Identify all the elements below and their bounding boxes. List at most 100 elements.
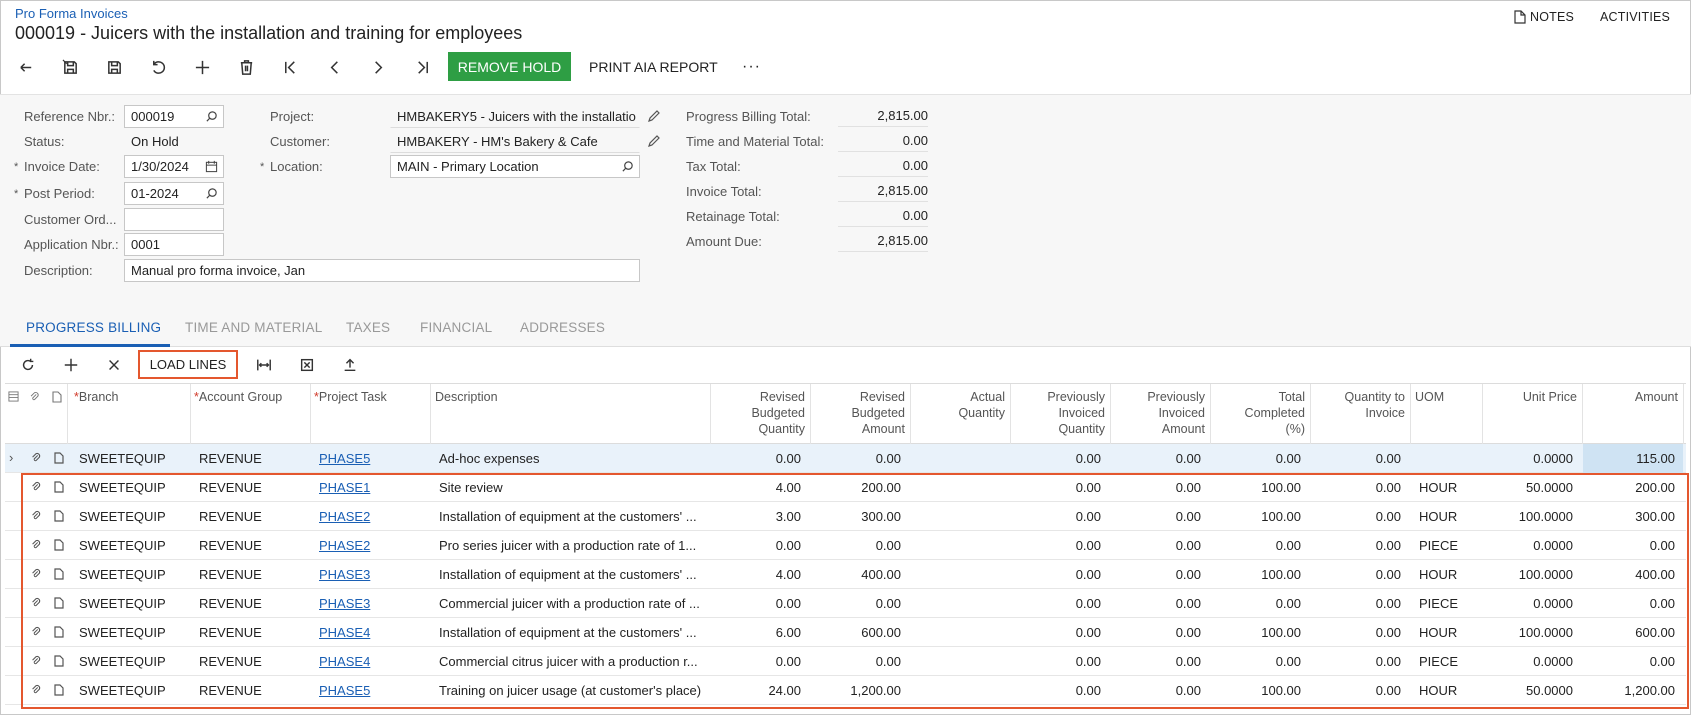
last-record-button[interactable]	[406, 53, 438, 81]
note-icon[interactable]	[53, 481, 65, 493]
cell-project-task[interactable]: PHASE5	[319, 451, 429, 466]
note-icon[interactable]	[53, 452, 65, 464]
notes-button[interactable]: NOTES	[1514, 10, 1574, 24]
table-row[interactable]: SWEETEQUIP REVENUE PHASE2 Installation of e…	[5, 502, 1686, 531]
col-previously-invoiced-quantity[interactable]: Previously Invoiced Quantity	[1010, 389, 1105, 437]
invoice-date-field[interactable]: 1/30/2024	[124, 155, 224, 178]
save-close-button[interactable]	[54, 53, 86, 81]
table-row[interactable]: SWEETEQUIP REVENUE PHASE3 Commercial juicer…	[5, 589, 1686, 618]
delete-row-button[interactable]	[98, 352, 130, 378]
tab-addresses[interactable]: ADDRESSES	[520, 320, 605, 335]
print-aia-report-button[interactable]: PRINT AIA REPORT	[589, 52, 718, 81]
project-task-link[interactable]: PHASE1	[319, 480, 370, 495]
col-branch[interactable]: *Branch	[74, 389, 118, 405]
col-uom[interactable]: UOM	[1415, 389, 1444, 405]
search-icon[interactable]	[621, 160, 634, 173]
prev-record-button[interactable]	[318, 53, 350, 81]
attachment-icon[interactable]	[30, 626, 42, 638]
customer-order-field[interactable]	[124, 208, 224, 231]
note-icon[interactable]	[53, 597, 65, 609]
export-excel-button[interactable]	[291, 352, 323, 378]
note-icon[interactable]	[53, 539, 65, 551]
attachment-icon[interactable]	[30, 655, 42, 667]
search-icon[interactable]	[205, 110, 218, 123]
cell-project-task[interactable]: PHASE3	[319, 596, 429, 611]
project-task-link[interactable]: PHASE3	[319, 596, 370, 611]
breadcrumb[interactable]: Pro Forma Invoices	[15, 6, 128, 21]
first-record-button[interactable]	[274, 53, 306, 81]
tab-time-and-material[interactable]: TIME AND MATERIAL	[185, 320, 322, 335]
note-icon[interactable]	[53, 684, 65, 696]
attachment-icon[interactable]	[30, 452, 42, 464]
project-task-link[interactable]: PHASE3	[319, 567, 370, 582]
edit-icon[interactable]	[647, 109, 661, 123]
edit-icon[interactable]	[647, 134, 661, 148]
undo-button[interactable]	[10, 53, 42, 81]
table-row[interactable]: SWEETEQUIP REVENUE PHASE1 Site review 4.00 20…	[5, 473, 1686, 502]
remove-hold-button[interactable]: REMOVE HOLD	[448, 52, 571, 81]
cell-project-task[interactable]: PHASE4	[319, 625, 429, 640]
col-revised-budgeted-amount[interactable]: Revised Budgeted Amount	[810, 389, 905, 437]
cell-project-task[interactable]: PHASE5	[319, 683, 429, 698]
cell-project-task[interactable]: PHASE2	[319, 538, 429, 553]
col-account-group[interactable]: *Account Group	[194, 389, 282, 405]
add-row-button[interactable]	[55, 352, 87, 378]
table-row[interactable]: SWEETEQUIP REVENUE PHASE3 Installation of e…	[5, 560, 1686, 589]
attachment-icon[interactable]	[30, 481, 42, 493]
col-revised-budgeted-quantity[interactable]: Revised Budgeted Quantity	[710, 389, 805, 437]
col-unit-price[interactable]: Unit Price	[1482, 389, 1577, 405]
col-actual-quantity[interactable]: Actual Quantity	[910, 389, 1005, 421]
more-menu-button[interactable]: ···	[742, 52, 761, 81]
col-project-task[interactable]: *Project Task	[314, 389, 387, 405]
search-icon[interactable]	[205, 187, 218, 200]
table-row[interactable]: SWEETEQUIP REVENUE PHASE4 Commercial citrus…	[5, 647, 1686, 676]
tab-taxes[interactable]: TAXES	[346, 320, 390, 335]
upload-button[interactable]	[334, 352, 366, 378]
attachment-icon[interactable]	[30, 568, 42, 580]
project-task-link[interactable]: PHASE2	[319, 509, 370, 524]
cell-project-task[interactable]: PHASE2	[319, 509, 429, 524]
location-field[interactable]: MAIN - Primary Location	[390, 155, 640, 178]
col-previously-invoiced-amount[interactable]: Previously Invoiced Amount	[1110, 389, 1205, 437]
table-row[interactable]: SWEETEQUIP REVENUE PHASE2 Pro series juicer…	[5, 531, 1686, 560]
load-lines-button[interactable]: LOAD LINES	[138, 350, 238, 379]
attachment-icon[interactable]	[30, 597, 42, 609]
project-task-link[interactable]: PHASE2	[319, 538, 370, 553]
attachment-icon[interactable]	[30, 539, 42, 551]
delete-button[interactable]	[230, 53, 262, 81]
tab-financial[interactable]: FINANCIAL	[420, 320, 492, 335]
table-row[interactable]: SWEETEQUIP REVENUE PHASE5 Training on juice…	[5, 676, 1686, 705]
calendar-icon[interactable]	[205, 160, 218, 173]
activities-button[interactable]: ACTIVITIES	[1600, 10, 1670, 24]
table-row[interactable]: › SWEETEQUIP REVENUE PHASE5 Ad-hoc expenses 0…	[5, 444, 1686, 473]
project-task-link[interactable]: PHASE5	[319, 451, 370, 466]
cell-project-task[interactable]: PHASE4	[319, 654, 429, 669]
note-icon[interactable]	[53, 626, 65, 638]
note-icon[interactable]	[53, 510, 65, 522]
col-description[interactable]: Description	[435, 389, 498, 405]
attachment-icon[interactable]	[30, 684, 42, 696]
next-record-button[interactable]	[362, 53, 394, 81]
reference-nbr-field[interactable]: 000019	[124, 105, 224, 128]
project-task-link[interactable]: PHASE5	[319, 683, 370, 698]
add-button[interactable]	[186, 53, 218, 81]
description-field[interactable]: Manual pro forma invoice, Jan	[124, 259, 640, 282]
row-selector-icon[interactable]	[8, 391, 19, 402]
fit-columns-button[interactable]	[248, 352, 280, 378]
post-period-field[interactable]: 01-2024	[124, 182, 224, 205]
refresh-button[interactable]	[12, 352, 44, 378]
note-icon[interactable]	[53, 568, 65, 580]
project-task-link[interactable]: PHASE4	[319, 654, 370, 669]
attachment-icon[interactable]	[30, 510, 42, 522]
customer-field[interactable]: HMBAKERY - HM's Bakery & Cafe	[390, 130, 640, 153]
col-quantity-to-invoice[interactable]: Quantity to Invoice	[1310, 389, 1405, 421]
table-row[interactable]: SWEETEQUIP REVENUE PHASE4 Installation of e…	[5, 618, 1686, 647]
tab-progress-billing[interactable]: PROGRESS BILLING	[26, 320, 161, 335]
application-nbr-field[interactable]: 0001	[124, 233, 224, 256]
col-total-completed[interactable]: Total Completed (%)	[1210, 389, 1305, 437]
note-icon[interactable]	[53, 655, 65, 667]
project-task-link[interactable]: PHASE4	[319, 625, 370, 640]
col-amount[interactable]: Amount	[1582, 389, 1678, 405]
save-button[interactable]	[98, 53, 130, 81]
cell-project-task[interactable]: PHASE1	[319, 480, 429, 495]
